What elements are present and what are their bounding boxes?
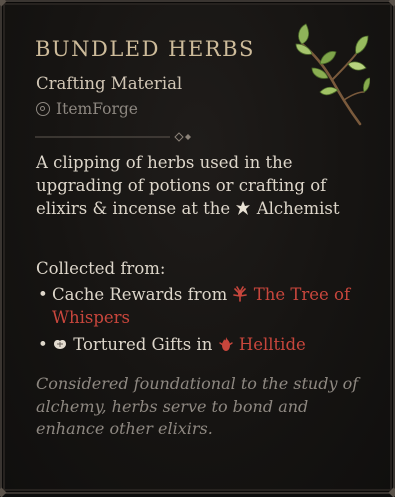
source-link[interactable]: ItemForge — [36, 100, 138, 118]
source-label: ItemForge — [56, 100, 138, 118]
collected-heading: Collected from: — [36, 259, 166, 278]
corner-ornament — [0, 487, 7, 497]
item-type: Crafting Material — [36, 74, 183, 93]
corner-ornament — [388, 487, 395, 497]
bullet: • — [38, 285, 48, 304]
vendor-name: Alchemist — [256, 199, 340, 218]
helltide-icon — [218, 337, 233, 351]
corner-ornament — [0, 0, 7, 7]
itemforge-icon — [36, 102, 50, 116]
alchemist-icon — [236, 201, 251, 215]
source-prefix: Tortured Gifts in — [73, 335, 213, 354]
herb-sprig-icon — [295, 23, 370, 126]
list-item: • Tortured Gifts in Helltide — [38, 333, 378, 356]
flavor-text: Considered foundational to the study of … — [36, 374, 359, 438]
corner-ornament — [388, 0, 395, 7]
list-item: • Cache Rewards from The Tree of Whisper… — [38, 283, 378, 329]
item-description: A clipping of herbs used in the upgradin… — [36, 151, 376, 220]
item-tooltip: BUNDLED HERBS Crafting Material ItemForg… — [0, 0, 395, 497]
source-prefix: Cache Rewards from — [52, 285, 228, 304]
tree-of-whispers-icon — [233, 286, 248, 302]
section-divider — [35, 132, 191, 142]
source-place[interactable]: Helltide — [239, 335, 306, 354]
source-list: • Cache Rewards from The Tree of Whisper… — [38, 283, 378, 356]
bullet: • — [38, 335, 48, 354]
tortured-gift-icon — [54, 340, 66, 349]
item-name: BUNDLED HERBS — [35, 37, 255, 61]
